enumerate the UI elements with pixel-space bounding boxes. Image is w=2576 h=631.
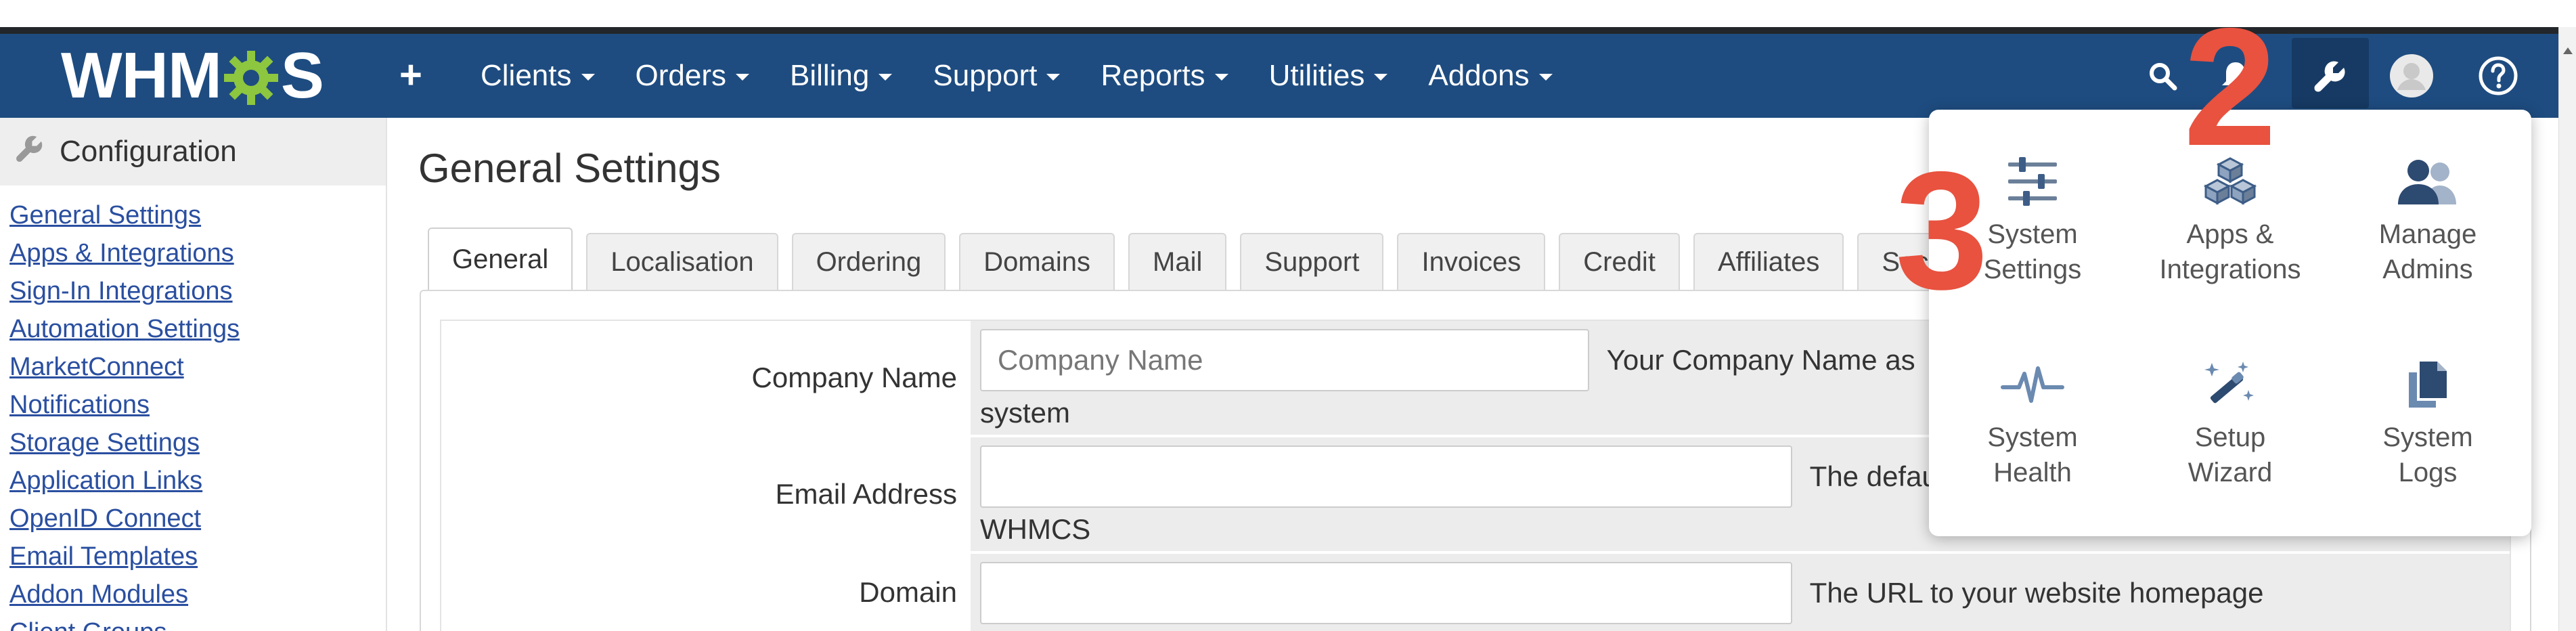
nav-support[interactable]: Support <box>933 59 1061 93</box>
tab-affiliates[interactable]: Affiliates <box>1693 233 1844 290</box>
tab-invoices[interactable]: Invoices <box>1397 233 1546 290</box>
gear-logo-icon <box>223 47 280 105</box>
main-nav-menu: Clients Orders Billing Support Reports U… <box>481 34 1593 118</box>
menu-item-system-health[interactable]: System Health <box>1934 317 2131 520</box>
nav-clients[interactable]: Clients <box>481 59 595 93</box>
tab-credit[interactable]: Credit <box>1559 233 1680 290</box>
tab-general[interactable]: General <box>428 227 573 290</box>
sidebar-link-notifications[interactable]: Notifications <box>9 386 386 424</box>
nav-billing[interactable]: Billing <box>790 59 893 93</box>
add-new-button[interactable]: + <box>399 53 422 97</box>
help-icon[interactable] <box>2474 34 2522 118</box>
menu-item-label-line2: Health <box>1993 458 2072 487</box>
email-address-input[interactable] <box>980 445 1792 508</box>
menu-item-label-line1: Manage <box>2378 219 2477 249</box>
tab-mail[interactable]: Mail <box>1128 233 1227 290</box>
sidebar-link-addon-modules[interactable]: Addon Modules <box>9 575 386 613</box>
nav-orders[interactable]: Orders <box>636 59 749 93</box>
heartbeat-icon <box>2001 366 2064 403</box>
chevron-down-icon <box>581 74 595 81</box>
menu-item-manage-admins[interactable]: Manage Admins <box>2329 114 2527 317</box>
menu-item-label-line1: System <box>2382 422 2473 452</box>
company-name-label: Company Name <box>441 321 971 435</box>
domain-input[interactable] <box>980 562 1792 624</box>
domain-cell: The URL to your website homepage <box>971 554 2510 631</box>
chevron-down-icon <box>1046 74 1061 81</box>
menu-item-label-line2: Wizard <box>2188 458 2273 487</box>
sliders-icon <box>2008 157 2057 206</box>
sidebar-header: Configuration <box>0 118 386 186</box>
avatar-icon[interactable] <box>2388 34 2435 118</box>
chevron-down-icon <box>1374 74 1388 81</box>
company-name-hint: Your Company Name as <box>1606 344 1915 376</box>
menu-item-label-line2: Logs <box>2398 458 2458 487</box>
menu-item-label-line1: Setup <box>2194 422 2266 452</box>
domain-hint: The URL to your website homepage <box>1809 577 2264 609</box>
sidebar-link-apps-integrations[interactable]: Apps & Integrations <box>9 234 386 272</box>
sidebar: Configuration General Settings Apps & In… <box>0 118 387 631</box>
tab-domains[interactable]: Domains <box>959 233 1115 290</box>
menu-item-label-line1: System <box>1987 219 2078 249</box>
chevron-down-icon <box>735 74 749 81</box>
nav-reports[interactable]: Reports <box>1101 59 1228 93</box>
sidebar-title: Configuration <box>60 135 237 168</box>
page-title: General Settings <box>418 146 721 191</box>
domain-label: Domain <box>441 554 971 631</box>
menu-item-label-line2: Settings <box>1983 255 2082 284</box>
step-marker-3: 3 <box>1895 136 1989 324</box>
settings-tabs: General Localisation Ordering Domains Ma… <box>428 227 1982 290</box>
sidebar-link-client-groups[interactable]: Client Groups <box>9 613 386 631</box>
page-scrollbar[interactable] <box>2558 27 2576 631</box>
menu-item-label-line1: Apps & <box>2186 219 2274 249</box>
copy-icon <box>2409 362 2447 408</box>
nav-addons[interactable]: Addons <box>1428 59 1553 93</box>
sidebar-link-storage-settings[interactable]: Storage Settings <box>9 424 386 462</box>
step-marker-2: 2 <box>2183 0 2277 181</box>
sidebar-link-email-templates[interactable]: Email Templates <box>9 538 386 575</box>
sidebar-link-openid-connect[interactable]: OpenID Connect <box>9 500 386 538</box>
email-address-hint: The defau <box>1809 460 1938 492</box>
sidebar-link-automation-settings[interactable]: Automation Settings <box>9 310 386 348</box>
chevron-down-icon <box>879 74 893 81</box>
chevron-down-icon <box>1538 74 1553 81</box>
sidebar-link-general-settings[interactable]: General Settings <box>9 196 386 234</box>
tab-ordering[interactable]: Ordering <box>791 233 946 290</box>
nav-utilities[interactable]: Utilities <box>1269 59 1388 93</box>
menu-item-setup-wizard[interactable]: Setup Wizard <box>2131 317 2329 520</box>
menu-item-system-logs[interactable]: System Logs <box>2329 317 2527 520</box>
company-name-input[interactable]: Company Name <box>980 329 1589 391</box>
chevron-down-icon <box>1214 74 1228 81</box>
email-address-label: Email Address <box>441 437 971 551</box>
tab-localisation[interactable]: Localisation <box>586 233 778 290</box>
wrench-icon <box>15 133 45 171</box>
sidebar-link-marketconnect[interactable]: MarketConnect <box>9 348 386 386</box>
sidebar-link-application-links[interactable]: Application Links <box>9 462 386 500</box>
form-row-domain: Domain The URL to your website homepage <box>441 554 2510 631</box>
whmcs-logo[interactable]: WHM S <box>61 39 324 112</box>
wrench-icon[interactable] <box>2292 34 2369 118</box>
menu-item-label-line2: Integrations <box>2159 255 2301 284</box>
search-icon[interactable] <box>2139 34 2186 118</box>
sidebar-link-sign-in-integrations[interactable]: Sign-In Integrations <box>9 272 386 310</box>
sidebar-links: General Settings Apps & Integrations Sig… <box>0 186 386 631</box>
menu-item-label-line2: Admins <box>2382 255 2473 284</box>
users-icon <box>2398 160 2456 204</box>
tab-support[interactable]: Support <box>1240 233 1384 290</box>
magic-wand-icon <box>2204 362 2254 404</box>
menu-item-label-line1: System <box>1987 422 2078 452</box>
